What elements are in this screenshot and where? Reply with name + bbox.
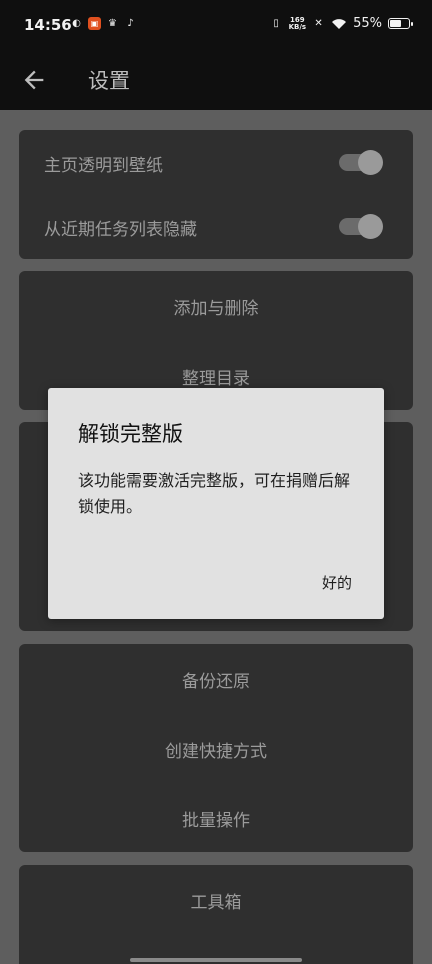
app-bar: 设置 [0, 52, 432, 110]
status-bar: 14:56 ◐ ▣ ♛ ♪ ▯ 169 KB/s ✕ 55% [0, 0, 432, 52]
unlock-dialog: 解锁完整版 该功能需要激活完整版，可在捐赠后解锁使用。 好的 [48, 388, 384, 619]
battery-percent: 55% [353, 16, 382, 31]
tiktok-icon: ♪ [127, 18, 134, 29]
crown-icon: ♛ [108, 18, 117, 29]
back-arrow-icon[interactable] [20, 66, 48, 94]
setting-label: 从近期任务列表隐藏 [44, 219, 197, 240]
settings-card-toggles: 主页透明到壁纸 从近期任务列表隐藏 [19, 130, 413, 259]
dialog-title: 解锁完整版 [78, 422, 183, 446]
no-sim-icon: ✕ [314, 18, 323, 29]
notification-icons: ◐ ▣ ♛ ♪ [70, 17, 137, 30]
batch-operation-item[interactable]: 批量操作 [19, 785, 413, 851]
setting-hide-recents[interactable]: 从近期任务列表隐藏 [19, 194, 413, 260]
toolbox-item[interactable]: 工具箱 [19, 867, 413, 933]
system-icons: ▯ 169 KB/s ✕ 55% [270, 16, 413, 31]
setting-label: 主页透明到壁纸 [44, 155, 163, 176]
settings-card-backup: 备份还原 创建快捷方式 批量操作 [19, 644, 413, 852]
hide-recents-toggle[interactable] [339, 214, 383, 239]
news-app-icon: ▣ [88, 17, 101, 30]
vibrate-icon: ▯ [273, 18, 279, 29]
network-speed: 169 KB/s [288, 16, 307, 31]
dialog-message: 该功能需要激活完整版，可在捐赠后解锁使用。 [78, 471, 351, 516]
setting-home-transparent[interactable]: 主页透明到壁纸 [19, 130, 413, 196]
page-title: 设置 [88, 69, 130, 93]
home-indicator[interactable] [130, 958, 302, 962]
add-delete-item[interactable]: 添加与删除 [19, 273, 413, 339]
app-notification-icon: ◐ [72, 18, 81, 29]
net-speed-unit: KB/s [288, 22, 307, 31]
wifi-icon [332, 18, 347, 29]
settings-card-tools: 工具箱 [19, 865, 413, 964]
battery-icon [388, 18, 413, 29]
home-transparent-toggle[interactable] [339, 150, 383, 175]
ok-button[interactable]: 好的 [320, 570, 354, 595]
status-time: 14:56 [24, 16, 72, 34]
create-shortcut-item[interactable]: 创建快捷方式 [19, 716, 413, 782]
backup-restore-item[interactable]: 备份还原 [19, 646, 413, 712]
